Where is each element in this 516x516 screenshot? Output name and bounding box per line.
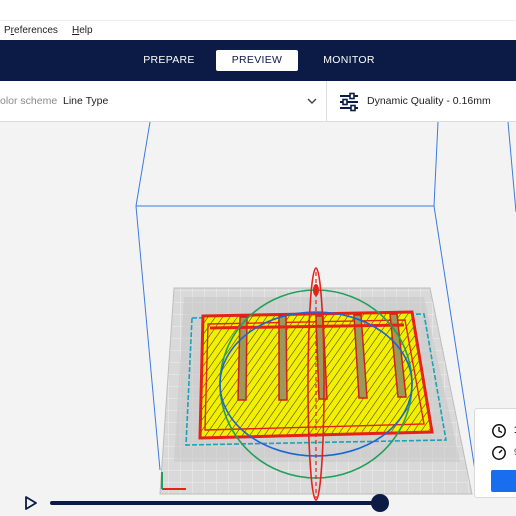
sliders-icon <box>340 92 358 112</box>
menu-item-preferences[interactable]: Preferences <box>4 25 58 36</box>
toolbar-divider <box>326 81 327 122</box>
color-scheme-select[interactable]: Line Type <box>63 95 108 107</box>
simulation-slider-track[interactable] <box>50 501 382 505</box>
print-estimate-panel: 1 9 <box>474 408 516 498</box>
play-icon[interactable] <box>24 495 38 511</box>
stage-menu: PREPARE PREVIEW MONITOR <box>0 40 516 81</box>
menu-item-help-rest: elp <box>79 25 93 36</box>
print-profile-selector[interactable]: Dynamic Quality - 0.16mm <box>336 88 516 116</box>
window-title-bar <box>0 0 516 20</box>
menu-item-preferences-mnemonic: P <box>4 25 11 36</box>
menu-item-preferences-rest: eferences <box>14 25 58 36</box>
tab-preview[interactable]: PREVIEW <box>216 50 298 71</box>
chevron-down-icon[interactable] <box>306 96 318 106</box>
preview-scene[interactable] <box>0 122 516 516</box>
save-to-disk-button[interactable] <box>491 470 516 492</box>
color-scheme-label: olor scheme <box>0 95 58 107</box>
gauge-icon <box>492 446 506 460</box>
tab-monitor[interactable]: MONITOR <box>308 50 390 71</box>
print-profile-label: Dynamic Quality - 0.16mm <box>367 95 491 107</box>
simulation-slider-handle[interactable] <box>371 494 389 512</box>
menu-item-help[interactable]: Help <box>72 25 93 36</box>
view-options-bar: olor scheme Line Type Dynamic Quality - … <box>0 81 516 122</box>
menu-bar: Preferences Help <box>0 20 516 40</box>
clock-icon <box>492 424 506 438</box>
3d-preview-viewport[interactable] <box>0 122 516 516</box>
tab-prepare[interactable]: PREPARE <box>128 50 210 71</box>
